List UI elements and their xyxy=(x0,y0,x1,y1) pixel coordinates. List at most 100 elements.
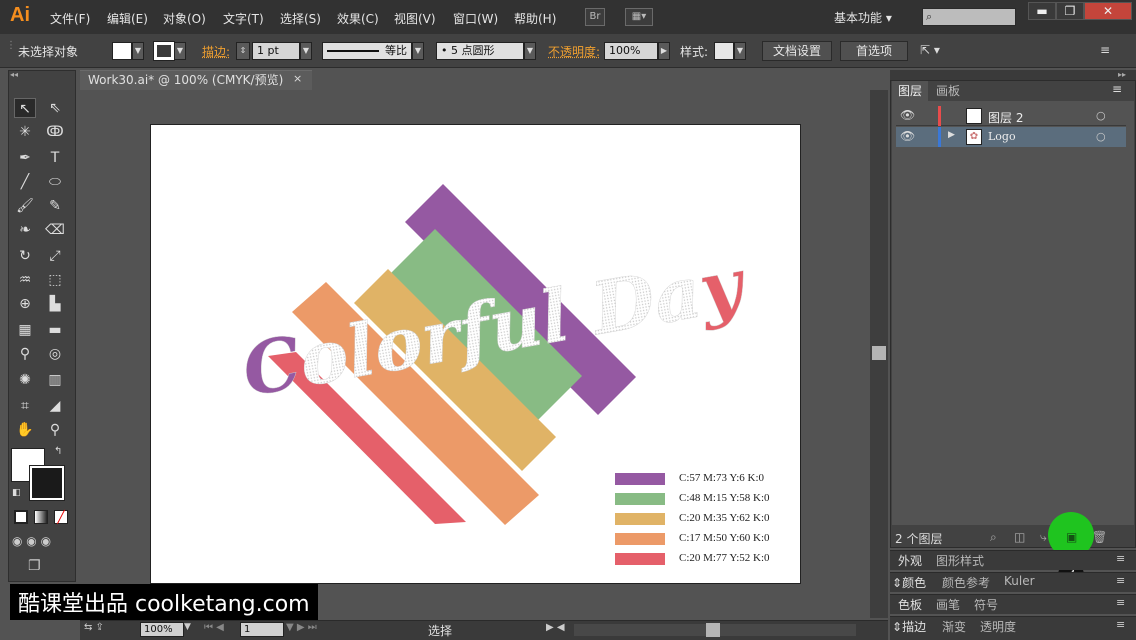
layer-name[interactable]: 图层 2 xyxy=(988,109,1023,126)
visibility-eye-icon[interactable]: 👁 xyxy=(900,108,915,122)
stroke-weight-field[interactable]: 1 pt xyxy=(252,42,300,60)
delete-layer-icon[interactable]: 🗑 xyxy=(1092,530,1107,544)
layers-panel-menu-icon[interactable]: ≡ xyxy=(1112,82,1122,96)
tab-layers[interactable]: 图层 xyxy=(892,81,929,101)
stroke-swatch[interactable] xyxy=(29,465,65,501)
opacity-field[interactable]: 100% xyxy=(604,42,658,60)
locate-object-icon[interactable]: ⌕ xyxy=(990,530,997,545)
paintbrush-tool-icon[interactable]: 🖌 xyxy=(14,196,36,216)
menu-effect[interactable]: 效果(C) xyxy=(337,10,379,27)
stroke-label[interactable]: 描边: xyxy=(202,43,230,60)
new-layer-icon[interactable]: ▣ xyxy=(1066,530,1077,544)
tab-stroke[interactable]: ⇕描边 xyxy=(892,618,926,635)
stroke-weight-dropdown-icon[interactable]: ▼ xyxy=(300,42,312,60)
slice-tool-icon[interactable]: ◢ xyxy=(44,396,66,416)
color-mode-icon[interactable] xyxy=(14,510,28,524)
menu-window[interactable]: 窗口(W) xyxy=(453,10,498,27)
symbol-sprayer-tool-icon[interactable]: ✺ xyxy=(14,370,36,390)
menu-object[interactable]: 对象(O) xyxy=(163,10,206,27)
default-fill-stroke-icon[interactable]: ◧ xyxy=(12,488,21,498)
layer-target-icon[interactable]: ○ xyxy=(1096,109,1106,122)
strip-menu-icon[interactable]: ≡ xyxy=(1116,596,1125,609)
stroke-dropdown-icon[interactable]: ▼ xyxy=(174,42,186,60)
fill-color-swatch[interactable] xyxy=(112,42,132,60)
line-tool-icon[interactable]: ╱ xyxy=(14,172,36,192)
vertical-scrollbar-thumb[interactable] xyxy=(872,346,886,360)
document-setup-button[interactable]: 文档设置 xyxy=(762,41,832,61)
screen-mode-icon[interactable]: ❐ xyxy=(28,558,41,574)
next-last-artboard-icon[interactable]: ▼ ▶ ⏭ xyxy=(286,622,317,633)
selection-tool-icon[interactable]: ↖ xyxy=(14,98,36,118)
first-prev-artboard-icon[interactable]: ⏮ ◀ xyxy=(204,622,224,633)
tab-brushes[interactable]: 画笔 xyxy=(936,596,960,613)
strip-menu-icon[interactable]: ≡ xyxy=(1116,618,1125,631)
tab-kuler[interactable]: Kuler xyxy=(1004,574,1035,588)
artboard-tool-icon[interactable]: ⌗ xyxy=(14,396,36,416)
preferences-button[interactable]: 首选项 xyxy=(840,41,908,61)
swap-fill-stroke-icon[interactable]: ↰ xyxy=(54,446,62,457)
mesh-tool-icon[interactable]: ▦ xyxy=(14,320,36,340)
gradient-mode-icon[interactable] xyxy=(34,510,48,524)
none-mode-icon[interactable]: ╱ xyxy=(54,510,68,524)
expand-layer-icon[interactable]: ▶ xyxy=(948,130,955,140)
warp-tool-icon[interactable]: ♒ xyxy=(14,270,36,290)
panel-menu-icon[interactable]: ≡ xyxy=(1100,43,1110,57)
layer-name[interactable]: Logo xyxy=(988,130,1016,143)
fill-dropdown-icon[interactable]: ▼ xyxy=(132,42,144,60)
tab-color[interactable]: ⇕颜色 xyxy=(892,574,926,591)
magic-wand-tool-icon[interactable]: ✳ xyxy=(14,122,36,142)
minimize-button[interactable]: ▬ xyxy=(1028,2,1056,20)
draw-mode-icons[interactable]: ◉ ◉ ◉ xyxy=(12,534,51,548)
clipping-mask-icon[interactable]: ◫ xyxy=(1014,530,1025,544)
stroke-profile-dropdown-icon[interactable]: ▼ xyxy=(412,42,424,60)
tab-graphic-styles[interactable]: 图形样式 xyxy=(936,552,984,569)
scale-tool-icon[interactable]: ⤢ xyxy=(44,246,66,266)
rotate-tool-icon[interactable]: ↻ xyxy=(14,246,36,266)
menu-type[interactable]: 文字(T) xyxy=(223,10,264,27)
brush-field[interactable]: • 5 点圆形 xyxy=(436,42,524,60)
tab-gradient[interactable]: 渐变 xyxy=(942,618,966,635)
layer-target-icon[interactable]: ○ xyxy=(1096,130,1106,143)
collapse-tools-icon[interactable]: ◂◂ xyxy=(10,70,18,79)
close-button[interactable]: ✕ xyxy=(1084,2,1132,20)
strip-menu-icon[interactable]: ≡ xyxy=(1116,574,1125,587)
new-sublayer-icon[interactable]: ⤷ xyxy=(1040,530,1047,545)
stroke-weight-stepper[interactable]: ⇕ xyxy=(236,42,250,60)
workspace-switcher[interactable]: 基本功能 ▾ xyxy=(834,9,892,26)
zoom-field[interactable]: 100% xyxy=(140,622,184,637)
help-search-input[interactable]: ⌕ xyxy=(922,8,1016,26)
stroke-color-swatch[interactable] xyxy=(153,41,175,61)
horizontal-scrollbar-thumb[interactable] xyxy=(706,623,720,637)
document-tab-close-icon[interactable]: × xyxy=(293,72,302,85)
restore-button[interactable]: ❐ xyxy=(1056,2,1084,20)
tab-appearance[interactable]: 外观 xyxy=(898,552,922,569)
artboard-nav-icon[interactable]: ⇆ ⇪ xyxy=(84,622,104,633)
menu-select[interactable]: 选择(S) xyxy=(280,10,321,27)
appearance-panel-strip[interactable] xyxy=(890,550,1136,570)
type-tool-icon[interactable]: T xyxy=(44,148,66,168)
graphic-style-swatch[interactable] xyxy=(714,42,734,60)
opacity-label[interactable]: 不透明度: xyxy=(548,43,600,60)
pen-tool-icon[interactable]: ✒ xyxy=(14,148,36,168)
swatches-panel-strip[interactable] xyxy=(890,594,1136,614)
graph-tool-icon[interactable]: ▥ xyxy=(44,370,66,390)
brush-dropdown-icon[interactable]: ▼ xyxy=(524,42,536,60)
shape-builder-tool-icon[interactable]: ⊕ xyxy=(14,294,36,314)
zoom-dropdown-icon[interactable]: ▼ xyxy=(184,622,191,632)
lasso-tool-icon[interactable]: ↂ xyxy=(44,122,66,142)
collapse-panels-icon[interactable]: ▸▸ xyxy=(1118,70,1126,79)
tab-artboards[interactable]: 画板 xyxy=(930,81,966,101)
menu-file[interactable]: 文件(F) xyxy=(50,10,90,27)
blob-brush-tool-icon[interactable]: ❧ xyxy=(14,220,36,240)
menu-edit[interactable]: 编辑(E) xyxy=(107,10,148,27)
stroke-profile-field[interactable]: 等比 xyxy=(322,42,412,60)
zoom-tool-icon[interactable]: ⚲ xyxy=(44,420,66,440)
tab-symbols[interactable]: 符号 xyxy=(974,596,998,613)
eraser-tool-icon[interactable]: ⌫ xyxy=(44,220,66,240)
status-menu-icon[interactable]: ▶ ◀ xyxy=(546,622,565,633)
perspective-grid-tool-icon[interactable]: ▙ xyxy=(44,294,66,314)
gradient-tool-icon[interactable]: ▬ xyxy=(44,320,66,340)
graphic-style-dropdown-icon[interactable]: ▼ xyxy=(734,42,746,60)
tab-transparency[interactable]: 透明度 xyxy=(980,618,1016,635)
tab-color-guide[interactable]: 颜色参考 xyxy=(942,574,990,591)
